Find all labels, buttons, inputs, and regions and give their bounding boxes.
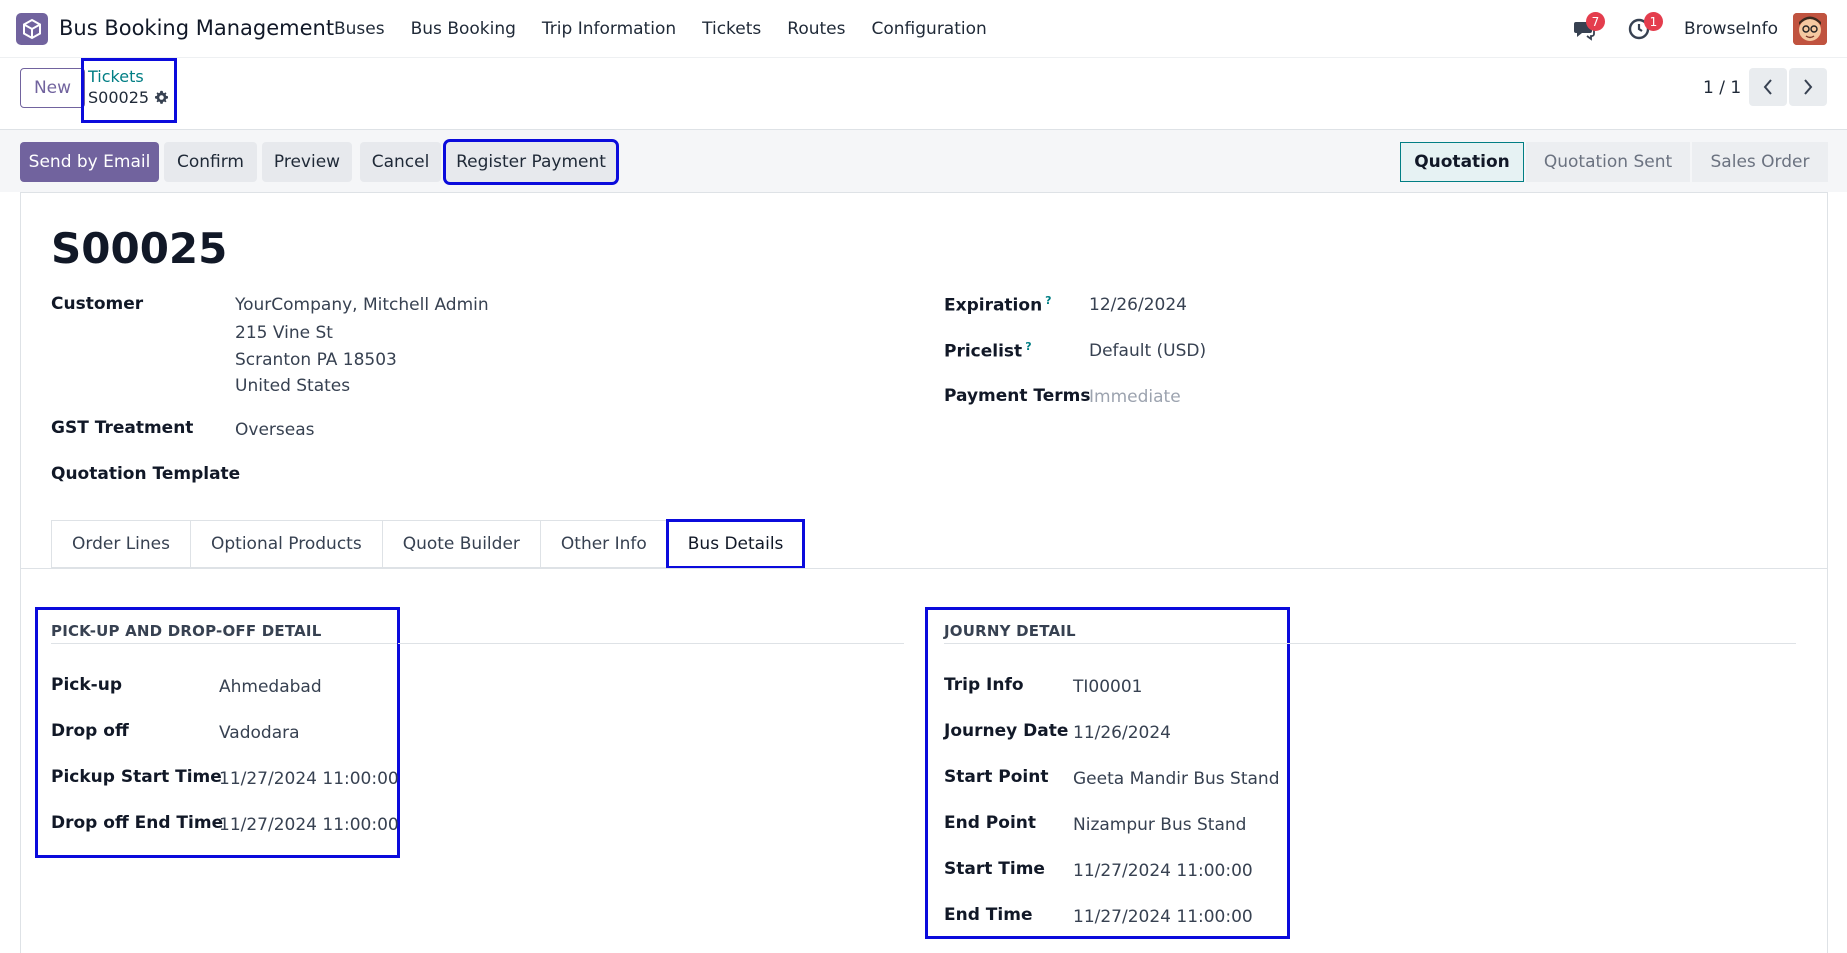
pickup-start-time-label: Pickup Start Time bbox=[51, 767, 222, 787]
end-time-field[interactable]: 11/27/2024 11:00:00 bbox=[1073, 907, 1253, 927]
pickup-start-time-field[interactable]: 11/27/2024 11:00:00 bbox=[219, 769, 399, 789]
chevron-left-icon bbox=[1763, 79, 1772, 95]
menu-tickets[interactable]: Tickets bbox=[702, 19, 761, 39]
gear-icon[interactable] bbox=[154, 90, 169, 105]
pickup-group-title: PICK-UP AND DROP-OFF DETAIL bbox=[51, 622, 322, 640]
help-icon[interactable]: ? bbox=[1045, 294, 1051, 307]
dropoff-end-time-field[interactable]: 11/27/2024 11:00:00 bbox=[219, 815, 399, 835]
user-avatar[interactable] bbox=[1793, 13, 1827, 45]
dropoff-label: Drop off bbox=[51, 721, 129, 741]
end-point-label: End Point bbox=[944, 813, 1036, 833]
menu-configuration[interactable]: Configuration bbox=[872, 19, 987, 39]
trip-info-field[interactable]: TI00001 bbox=[1073, 677, 1142, 697]
end-time-label: End Time bbox=[944, 905, 1033, 925]
tab-divider bbox=[20, 568, 1828, 569]
menu-trip-information[interactable]: Trip Information bbox=[542, 19, 676, 39]
top-navbar: Bus Booking Management Buses Bus Booking… bbox=[0, 0, 1847, 58]
tab-optional-products[interactable]: Optional Products bbox=[190, 520, 382, 568]
customer-street: 215 Vine St bbox=[235, 323, 333, 343]
breadcrumb-current: S00025 bbox=[88, 88, 169, 107]
pickup-group-divider-inner bbox=[51, 643, 397, 644]
company-name[interactable]: BrowseInfo bbox=[1684, 19, 1778, 39]
customer-name[interactable]: YourCompany, Mitchell Admin bbox=[235, 295, 489, 315]
quotation-template-label: Quotation Template bbox=[51, 464, 241, 484]
app-cube-icon[interactable] bbox=[16, 13, 48, 45]
customer-label: Customer bbox=[51, 294, 144, 314]
stage-quotation-sent[interactable]: Quotation Sent bbox=[1526, 142, 1690, 182]
breadcrumb-current-label: S00025 bbox=[88, 88, 150, 107]
new-button[interactable]: New bbox=[20, 68, 85, 108]
start-time-field[interactable]: 11/27/2024 11:00:00 bbox=[1073, 861, 1253, 881]
payment-terms-field[interactable]: Immediate bbox=[1089, 387, 1181, 407]
record-title: S00025 bbox=[51, 224, 228, 273]
trip-info-label: Trip Info bbox=[944, 675, 1024, 695]
journey-date-label: Journey Date bbox=[944, 721, 1069, 741]
activities-badge: 1 bbox=[1644, 12, 1663, 31]
menu-bus-booking[interactable]: Bus Booking bbox=[411, 19, 516, 39]
confirm-button[interactable]: Confirm bbox=[164, 142, 257, 182]
pager-value: 1 / 1 bbox=[1703, 78, 1742, 98]
pricelist-label: Pricelist? bbox=[944, 340, 1032, 362]
pricelist-field[interactable]: Default (USD) bbox=[1089, 341, 1206, 361]
expiration-label-text: Expiration bbox=[944, 295, 1043, 316]
register-payment-button[interactable]: Register Payment bbox=[443, 139, 619, 185]
pickup-field[interactable]: Ahmedabad bbox=[219, 677, 322, 697]
journey-group-divider bbox=[944, 643, 1796, 644]
end-point-field[interactable]: Nizampur Bus Stand bbox=[1073, 815, 1246, 835]
tab-order-lines[interactable]: Order Lines bbox=[51, 520, 190, 568]
tab-quote-builder[interactable]: Quote Builder bbox=[381, 520, 540, 568]
gst-treatment-field[interactable]: Overseas bbox=[235, 420, 314, 440]
customer-city: Scranton PA 18503 bbox=[235, 350, 397, 370]
pager-next-button[interactable] bbox=[1789, 68, 1827, 106]
journey-group-title: JOURNY DETAIL bbox=[944, 622, 1076, 640]
notebook-tabs: Order Lines Optional Products Quote Buil… bbox=[51, 519, 806, 569]
expiration-label: Expiration? bbox=[944, 294, 1052, 316]
start-point-label: Start Point bbox=[944, 767, 1049, 787]
gst-treatment-label: GST Treatment bbox=[51, 418, 194, 438]
tab-other-info[interactable]: Other Info bbox=[539, 520, 667, 568]
stage-sales-order[interactable]: Sales Order bbox=[1692, 142, 1828, 182]
customer-country: United States bbox=[235, 376, 351, 396]
app-name[interactable]: Bus Booking Management bbox=[59, 16, 334, 40]
pickup-label: Pick-up bbox=[51, 675, 122, 695]
menu-routes[interactable]: Routes bbox=[787, 19, 845, 39]
dropoff-end-time-label: Drop off End Time bbox=[51, 813, 224, 833]
messages-badge: 7 bbox=[1586, 12, 1605, 31]
journey-date-field[interactable]: 11/26/2024 bbox=[1073, 723, 1171, 743]
stage-pipeline: Quotation Quotation Sent Sales Order bbox=[1400, 142, 1828, 182]
control-panel: New Tickets S00025 1 / 1 bbox=[0, 58, 1847, 130]
payment-terms-label: Payment Terms bbox=[944, 386, 1091, 406]
pickup-group-divider bbox=[398, 643, 904, 644]
breadcrumb-tickets[interactable]: Tickets bbox=[88, 67, 144, 86]
tab-bus-details[interactable]: Bus Details bbox=[665, 519, 806, 569]
menu-buses[interactable]: Buses bbox=[334, 19, 385, 39]
pricelist-label-text: Pricelist bbox=[944, 341, 1023, 362]
start-point-field[interactable]: Geeta Mandir Bus Stand bbox=[1073, 769, 1279, 789]
status-bar: Send by Email Confirm Preview Cancel Reg… bbox=[0, 130, 1847, 192]
stage-quotation[interactable]: Quotation bbox=[1400, 142, 1524, 182]
start-time-label: Start Time bbox=[944, 859, 1045, 879]
dropoff-field[interactable]: Vadodara bbox=[219, 723, 300, 743]
preview-button[interactable]: Preview bbox=[262, 142, 352, 182]
main-menu: Buses Bus Booking Trip Information Ticke… bbox=[334, 19, 1013, 39]
help-icon[interactable]: ? bbox=[1025, 340, 1031, 353]
pager-previous-button[interactable] bbox=[1749, 68, 1787, 106]
send-by-email-button[interactable]: Send by Email bbox=[20, 142, 159, 182]
chevron-right-icon bbox=[1804, 79, 1813, 95]
cancel-button[interactable]: Cancel bbox=[360, 142, 441, 182]
expiration-field[interactable]: 12/26/2024 bbox=[1089, 295, 1187, 315]
